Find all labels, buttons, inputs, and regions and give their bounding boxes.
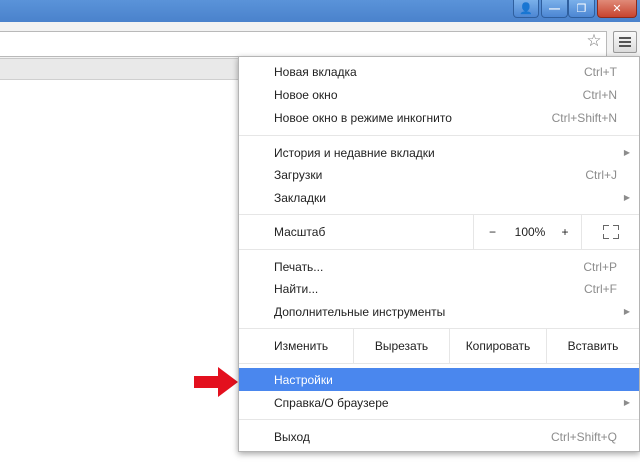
menu-item-label: Закладки (274, 190, 326, 205)
zoom-label: Масштаб (274, 225, 326, 239)
menu-item-label: Настройки (274, 372, 333, 387)
zoom-row: Масштаб − 100% + (239, 214, 639, 250)
menu-item-incognito[interactable]: Новое окно в режиме инкогнито Ctrl+Shift… (239, 106, 639, 129)
menu-item-label: Новое окно в режиме инкогнито (274, 110, 452, 125)
menu-item-help[interactable]: Справка/О браузере ▶ (239, 391, 639, 414)
zoom-out-button[interactable]: − (473, 215, 511, 249)
menu-item-shortcut: Ctrl+P (583, 259, 617, 274)
submenu-arrow-icon: ▶ (623, 148, 630, 157)
menu-item-new-window[interactable]: Новое окно Ctrl+N (239, 83, 639, 106)
paste-button[interactable]: Вставить (546, 329, 639, 363)
submenu-arrow-icon: ▶ (623, 307, 630, 316)
menu-item-shortcut: Ctrl+F (584, 281, 617, 296)
menu-item-history[interactable]: История и недавние вкладки ▶ (239, 141, 639, 164)
hamburger-line (619, 37, 631, 39)
menu-item-label: Найти... (274, 281, 319, 296)
menu-item-find[interactable]: Найти... Ctrl+F (239, 277, 639, 300)
menu-item-more-tools[interactable]: Дополнительные инструменты ▶ (239, 300, 639, 323)
hamburger-line (619, 45, 631, 47)
bookmark-star-icon[interactable]: ☆ (583, 30, 605, 52)
window-titlebar: 👤 — ❐ ✕ (0, 0, 640, 22)
menu-item-print[interactable]: Печать... Ctrl+P (239, 255, 639, 278)
menu-item-bookmarks[interactable]: Закладки ▶ (239, 186, 639, 209)
minimize-button[interactable]: — (541, 0, 568, 18)
menu-item-new-tab[interactable]: Новая вкладка Ctrl+T (239, 60, 639, 83)
edit-label: Изменить (274, 339, 329, 353)
submenu-arrow-icon: ▶ (623, 193, 630, 202)
menu-item-label: История и недавние вкладки (274, 145, 435, 160)
menu-item-exit[interactable]: Выход Ctrl+Shift+Q (239, 425, 639, 448)
menu-item-settings[interactable]: Настройки (239, 368, 639, 391)
menu-item-label: Выход (274, 429, 310, 444)
zoom-level: 100% (514, 225, 546, 239)
menu-item-shortcut: Ctrl+T (584, 64, 617, 79)
menu-item-label: Новая вкладка (274, 64, 357, 79)
restore-button[interactable]: ❐ (568, 0, 595, 18)
menu-item-downloads[interactable]: Загрузки Ctrl+J (239, 163, 639, 186)
menu-item-label: Печать... (274, 259, 324, 274)
hamburger-menu-button[interactable] (613, 31, 637, 53)
edit-row: Изменить Вырезать Копировать Вставить (239, 328, 639, 364)
menu-item-label: Дополнительные инструменты (274, 304, 446, 319)
menu-item-shortcut: Ctrl+Shift+Q (550, 429, 617, 444)
chrome-menu: Новая вкладка Ctrl+T Новое окно Ctrl+N Н… (238, 56, 640, 452)
zoom-in-button[interactable]: + (549, 215, 581, 249)
copy-button[interactable]: Копировать (449, 329, 546, 363)
cut-button[interactable]: Вырезать (353, 329, 449, 363)
menu-item-shortcut: Ctrl+J (585, 167, 617, 182)
menu-item-label: Справка/О браузере (274, 395, 389, 410)
close-button[interactable]: ✕ (597, 0, 637, 18)
red-arrow-icon (194, 367, 238, 397)
fullscreen-icon (602, 225, 619, 239)
menu-item-label: Загрузки (274, 167, 323, 182)
menu-item-shortcut: Ctrl+Shift+N (551, 110, 617, 125)
profile-icon[interactable]: 👤 (513, 0, 539, 18)
menu-separator (239, 135, 639, 136)
browser-toolbar (0, 22, 640, 59)
address-bar[interactable] (0, 31, 607, 57)
menu-separator (239, 419, 639, 420)
menu-item-label: Новое окно (274, 87, 338, 102)
arrow-shape (194, 367, 238, 397)
menu-item-shortcut: Ctrl+N (582, 87, 617, 102)
fullscreen-button[interactable] (581, 215, 639, 249)
submenu-arrow-icon: ▶ (623, 398, 630, 407)
hamburger-line (619, 41, 631, 43)
